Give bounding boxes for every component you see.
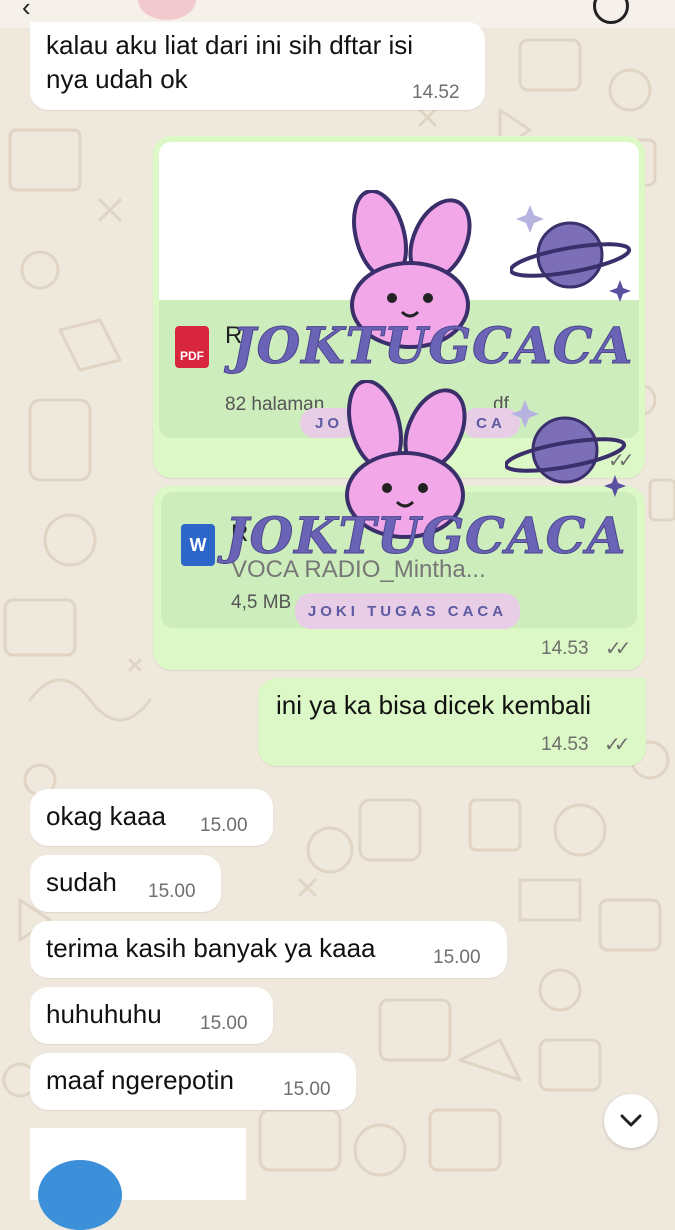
message-text: terima kasih banyak ya kaaa xyxy=(46,933,376,963)
message-time: 14.53 xyxy=(541,638,589,659)
incoming-message: okag kaaa 15.00 xyxy=(30,789,273,846)
message-time: 15.00 xyxy=(200,815,248,836)
double-check-icon: ✓✓ xyxy=(604,734,630,756)
message-time: 15.00 xyxy=(200,1013,248,1034)
chevron-down-icon xyxy=(620,1114,642,1127)
message-text: sudah xyxy=(46,867,117,897)
incoming-message: sudah 15.00 xyxy=(30,855,221,912)
message-time: 15.00 xyxy=(148,881,196,902)
pdf-file-icon: PDF xyxy=(175,326,209,368)
message-time: 15.00 xyxy=(283,1079,331,1100)
scroll-down-button[interactable] xyxy=(604,1094,658,1148)
watermark-text: JOKTUGCACA xyxy=(224,506,627,566)
message-text: nya udah ok xyxy=(46,64,188,94)
double-check-icon: ✓✓ xyxy=(605,638,631,660)
file-meta: 4,5 MB xyxy=(231,592,292,613)
back-arrow-icon[interactable]: ‹ xyxy=(22,0,31,23)
watermark-label: JOKI TUGAS CACA xyxy=(295,593,520,629)
watermark-planet-icon xyxy=(510,205,632,302)
watermark-text: JOKTUGCACA xyxy=(231,316,634,376)
incoming-message: maaf ngerepotin 15.00 xyxy=(30,1053,356,1110)
call-icon[interactable] xyxy=(593,0,629,24)
avatar[interactable] xyxy=(138,0,196,20)
message-time: 14.53 xyxy=(541,734,589,755)
message-text: kalau aku liat dari ini sih dftar isi xyxy=(46,30,414,60)
sticker-image xyxy=(38,1160,122,1230)
message-text: maaf ngerepotin xyxy=(46,1065,234,1095)
incoming-message: kalau aku liat dari ini sih dftar isi ny… xyxy=(30,22,485,110)
word-file-icon: W xyxy=(181,524,215,566)
outgoing-message: ini ya ka bisa dicek kembali 14.53 ✓✓ xyxy=(258,678,646,766)
watermark-planet-icon xyxy=(505,400,627,497)
message-time: 14.52 xyxy=(412,82,460,103)
incoming-message: huhuhuhu 15.00 xyxy=(30,987,273,1044)
message-text: huhuhuhu xyxy=(46,999,162,1029)
incoming-message: terima kasih banyak ya kaaa 15.00 xyxy=(30,921,507,978)
message-time: 15.00 xyxy=(433,947,481,968)
message-text: ini ya ka bisa dicek kembali xyxy=(276,690,592,720)
message-text: okag kaaa xyxy=(46,801,166,831)
